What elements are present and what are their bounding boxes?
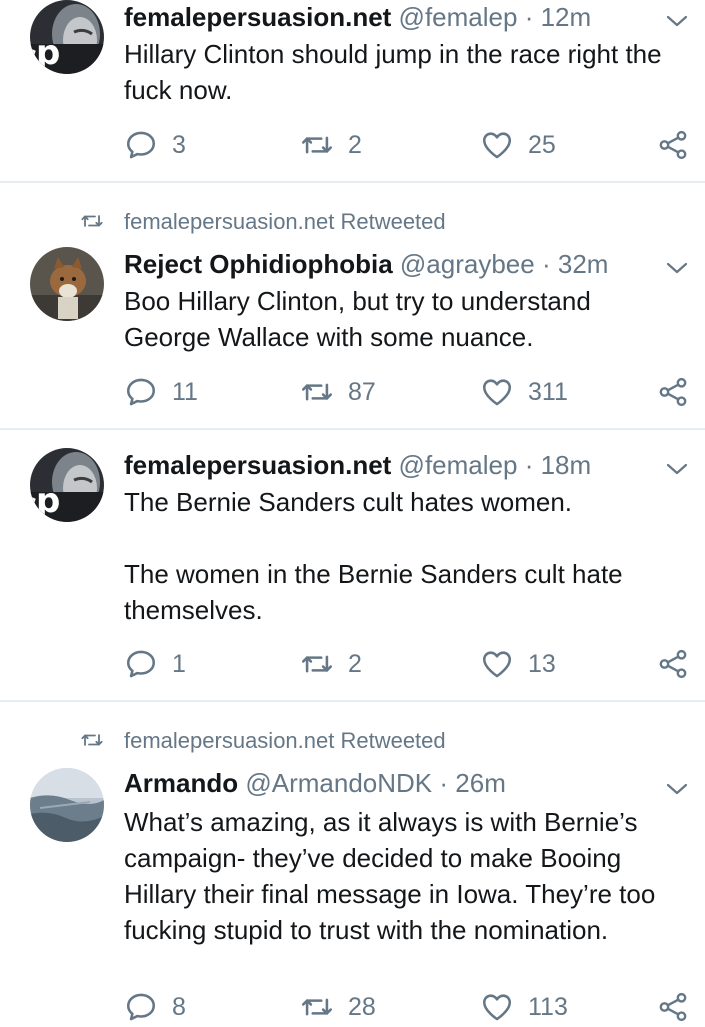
retweet-arrows-icon xyxy=(78,209,106,233)
tweet-header: femalepersuasion.net @femalep · 12m xyxy=(124,2,685,33)
retweet-button[interactable]: 2 xyxy=(300,644,362,684)
user-handle[interactable]: @femalep xyxy=(399,450,518,480)
like-count: 13 xyxy=(528,649,556,678)
retweeted-by-label: femalepersuasion.net Retweeted xyxy=(124,728,446,753)
user-handle[interactable]: @femalep xyxy=(399,2,518,32)
retweet-count: 87 xyxy=(348,377,376,406)
share-button[interactable] xyxy=(656,987,690,1027)
avatar-image xyxy=(30,448,104,522)
display-name[interactable]: Armando xyxy=(124,768,238,798)
chevron-down-icon[interactable] xyxy=(665,780,689,798)
share-button[interactable] xyxy=(656,644,690,684)
retweet-arrows-icon xyxy=(300,128,334,162)
avatar[interactable] xyxy=(30,448,104,522)
retweet-context[interactable]: femalepersuasion.net Retweeted xyxy=(0,724,705,760)
reply-button[interactable]: 1 xyxy=(124,644,186,684)
share-icon xyxy=(656,647,690,681)
reply-count: 3 xyxy=(172,130,186,159)
retweet-arrows-icon xyxy=(300,375,334,409)
tweet[interactable]: femalepersuasion.net @femalep · 18m The … xyxy=(0,430,705,702)
timestamp[interactable]: 26m xyxy=(455,768,506,798)
tweet-text-paragraph: The women in the Bernie Sanders cult hat… xyxy=(124,559,623,625)
share-button[interactable] xyxy=(656,372,690,412)
tweet-text: What’s amazing, as it always is with Ber… xyxy=(124,807,656,945)
timestamp[interactable]: 32m xyxy=(558,249,609,279)
tweet-text: Hillary Clinton should jump in the race … xyxy=(124,39,662,105)
reply-count: 1 xyxy=(172,649,186,678)
like-button[interactable]: 25 xyxy=(480,125,556,165)
retweet-context[interactable]: femalepersuasion.net Retweeted xyxy=(0,205,705,241)
like-button[interactable]: 13 xyxy=(480,644,556,684)
action-bar: 11 87 311 xyxy=(124,372,705,412)
reply-button[interactable]: 8 xyxy=(124,987,186,1027)
heart-icon xyxy=(480,647,514,681)
display-name[interactable]: femalepersuasion.net xyxy=(124,450,391,480)
user-handle[interactable]: @ArmandoNDK xyxy=(245,768,432,798)
like-count: 311 xyxy=(528,377,568,406)
heart-icon xyxy=(480,375,514,409)
avatar[interactable] xyxy=(30,247,104,321)
like-button[interactable]: 113 xyxy=(480,987,568,1027)
like-count: 113 xyxy=(528,992,568,1021)
reply-button[interactable]: 3 xyxy=(124,125,186,165)
avatar[interactable] xyxy=(30,768,104,842)
reply-count: 8 xyxy=(172,992,186,1021)
separator: · xyxy=(541,249,551,279)
share-icon xyxy=(656,990,690,1024)
tweet[interactable]: femalepersuasion.net @femalep · 12m Hill… xyxy=(0,0,705,183)
chevron-down-icon[interactable] xyxy=(665,12,689,30)
speech-bubble-icon xyxy=(124,990,158,1024)
action-bar: 1 2 13 xyxy=(124,644,705,684)
speech-bubble-icon xyxy=(124,375,158,409)
retweet-button[interactable]: 87 xyxy=(300,372,376,412)
timestamp[interactable]: 12m xyxy=(541,2,592,32)
separator: · xyxy=(439,768,449,798)
tweet[interactable]: femalepersuasion.net Retweeted Reject Op… xyxy=(0,183,705,430)
avatar[interactable] xyxy=(30,0,104,74)
timestamp[interactable]: 18m xyxy=(541,450,592,480)
retweeted-by-label: femalepersuasion.net Retweeted xyxy=(124,209,446,234)
retweet-count: 2 xyxy=(348,649,362,678)
retweet-count: 28 xyxy=(348,992,376,1021)
action-bar: 3 2 25 xyxy=(124,125,705,165)
retweet-button[interactable]: 2 xyxy=(300,125,362,165)
speech-bubble-icon xyxy=(124,647,158,681)
heart-icon xyxy=(480,990,514,1024)
action-bar: 8 28 113 xyxy=(124,987,705,1027)
share-icon xyxy=(656,128,690,162)
tweet-header: Reject Ophidiophobia @agraybee · 32m xyxy=(124,249,685,280)
retweet-arrows-icon xyxy=(78,728,106,752)
tweet-text: The Bernie Sanders cult hates women. The… xyxy=(124,484,681,628)
like-button[interactable]: 311 xyxy=(480,372,568,412)
tweet-header: femalepersuasion.net @femalep · 18m xyxy=(124,450,685,481)
separator: · xyxy=(524,450,534,480)
display-name[interactable]: Reject Ophidiophobia xyxy=(124,249,393,279)
chevron-down-icon[interactable] xyxy=(665,460,689,478)
avatar-image xyxy=(30,247,104,321)
user-handle[interactable]: @agraybee xyxy=(400,249,535,279)
retweet-arrows-icon xyxy=(300,990,334,1024)
chevron-down-icon[interactable] xyxy=(665,259,689,277)
like-count: 25 xyxy=(528,130,556,159)
reply-button[interactable]: 11 xyxy=(124,372,198,412)
avatar-image xyxy=(30,0,104,74)
tweet-text-paragraph: The Bernie Sanders cult hates women. xyxy=(124,487,573,517)
retweet-button[interactable]: 28 xyxy=(300,987,376,1027)
tweet-header: Armando @ArmandoNDK · 26m xyxy=(124,768,685,799)
tweet-text: Boo Hillary Clinton, but try to understa… xyxy=(124,286,591,352)
reply-count: 11 xyxy=(172,377,198,406)
heart-icon xyxy=(480,128,514,162)
speech-bubble-icon xyxy=(124,128,158,162)
share-icon xyxy=(656,375,690,409)
retweet-count: 2 xyxy=(348,130,362,159)
retweet-arrows-icon xyxy=(300,647,334,681)
tweet[interactable]: femalepersuasion.net Retweeted Armando @… xyxy=(0,702,705,1017)
display-name[interactable]: femalepersuasion.net xyxy=(124,2,391,32)
separator: · xyxy=(524,2,534,32)
avatar-image xyxy=(30,768,104,842)
share-button[interactable] xyxy=(656,125,690,165)
